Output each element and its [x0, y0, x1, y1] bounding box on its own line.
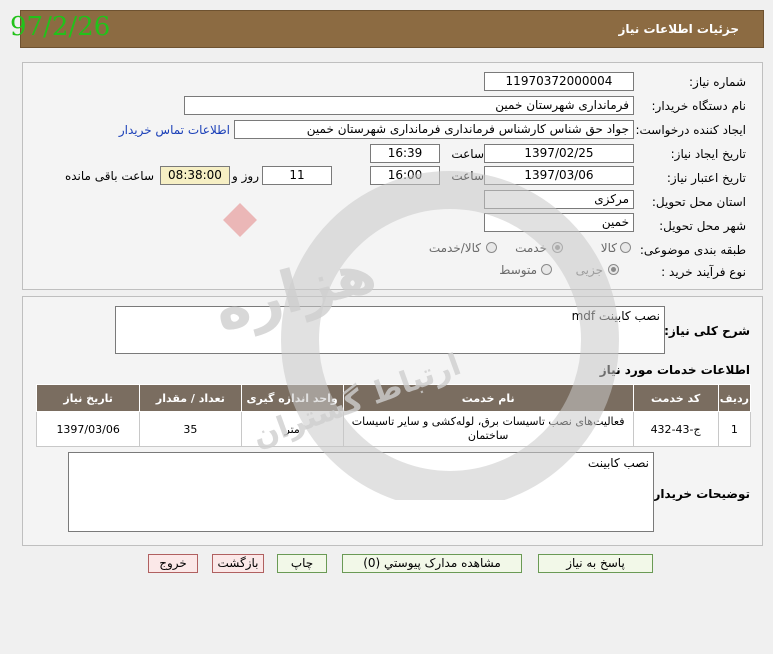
need-number-label: شماره نیاز:	[689, 75, 746, 89]
buyer-notes-label: توضیحات خریدار:	[648, 487, 750, 501]
cell-service-code: ج-43-432	[632, 411, 719, 447]
description-label: شرح کلی نیاز:	[664, 324, 750, 338]
province-field: مرکزی	[484, 190, 634, 209]
buyer-notes-field: نصب کابینت	[68, 452, 654, 532]
contact-info-link[interactable]: اطلاعات تماس خریدار	[119, 123, 230, 137]
remaining-time-field: 08:38:00	[160, 166, 230, 185]
creator-field: جواد حق شناس کارشناس فرمانداری فرمانداری…	[234, 120, 634, 139]
table-row: 1 ج-43-432 فعالیت‌های نصب تاسیسات برق، ل…	[35, 411, 752, 447]
valid-date-field: 1397/03/06	[484, 166, 634, 185]
category-label: طبقه بندی موضوعی:	[639, 243, 746, 257]
created-date-field: 1397/02/25	[484, 144, 634, 163]
created-time-field: 16:39	[370, 144, 440, 163]
header-row-number: ردیف	[717, 384, 752, 412]
need-number-field: 11970372000004	[484, 72, 634, 91]
province-label: استان محل تحویل:	[651, 195, 746, 209]
header-need-date: تاریخ نیاز	[35, 384, 141, 412]
buyer-field: فرمانداری شهرستان خمین	[184, 96, 634, 115]
category-service-radio[interactable]	[552, 242, 563, 253]
category-both-label: کالا/خدمت	[428, 241, 481, 255]
buyer-notes-text: نصب کابینت	[587, 456, 649, 470]
creator-label: ایجاد کننده درخواست:	[635, 123, 746, 137]
process-label: نوع فرآیند خرید :	[661, 265, 746, 279]
cell-row-number: 1	[717, 411, 752, 447]
services-title: اطلاعات خدمات مورد نیاز	[599, 363, 750, 377]
services-header-row: ردیف کد خدمت نام خدمت واحد اندازه گیری ت…	[35, 384, 752, 412]
category-goods-radio[interactable]	[620, 242, 631, 253]
process-minor-label: جزیی	[575, 263, 603, 277]
remaining-label: ساعت باقی مانده	[64, 169, 154, 183]
city-field: خمین	[484, 213, 634, 232]
category-goods-label: کالا	[600, 241, 617, 255]
valid-time-label: ساعت	[451, 169, 484, 183]
cell-service-name: فعالیت‌های نصب تاسیسات برق، لوله‌کشی و س…	[342, 411, 634, 447]
title-bar: جزئیات اطلاعات نیاز	[20, 10, 764, 48]
valid-time-field: 16:00	[370, 166, 440, 185]
header-service-code: کد خدمت	[632, 384, 719, 412]
days-label: روز و	[232, 169, 259, 183]
category-both-radio[interactable]	[486, 242, 497, 253]
header-quantity: تعداد / مقدار	[139, 384, 242, 412]
stamp-date: 97/2/26	[10, 12, 111, 42]
buyer-label: نام دستگاه خریدار:	[651, 99, 747, 113]
process-minor-radio[interactable]	[608, 264, 619, 275]
header-unit: واحد اندازه گیری	[240, 384, 344, 412]
cell-quantity: 35	[139, 411, 242, 447]
reply-button[interactable]: پاسخ به نیاز	[538, 554, 653, 573]
created-date-label: تاریخ ایجاد نیاز:	[670, 147, 746, 161]
process-medium-radio[interactable]	[541, 264, 552, 275]
cell-need-date: 1397/03/06	[35, 411, 141, 447]
header-service-name: نام خدمت	[342, 384, 634, 412]
days-field: 11	[262, 166, 332, 185]
description-text: نصب کابینت mdf	[571, 309, 660, 323]
back-button[interactable]: بازگشت	[212, 554, 264, 573]
city-label: شهر محل تحویل:	[659, 219, 746, 233]
valid-date-label: تاریخ اعتبار نیاز:	[666, 171, 746, 185]
exit-button[interactable]: خروج	[148, 554, 198, 573]
created-time-label: ساعت	[451, 147, 484, 161]
page-title: جزئیات اطلاعات نیاز	[618, 22, 739, 36]
print-button[interactable]: چاپ	[277, 554, 327, 573]
services-table: ردیف کد خدمت نام خدمت واحد اندازه گیری ت…	[35, 384, 752, 447]
attachments-button[interactable]: مشاهده مدارک پیوستي (0)	[342, 554, 522, 573]
cell-unit: متر	[240, 411, 344, 447]
category-service-label: خدمت	[515, 241, 547, 255]
description-field: نصب کابینت mdf	[115, 306, 665, 354]
process-medium-label: متوسط	[499, 263, 537, 277]
